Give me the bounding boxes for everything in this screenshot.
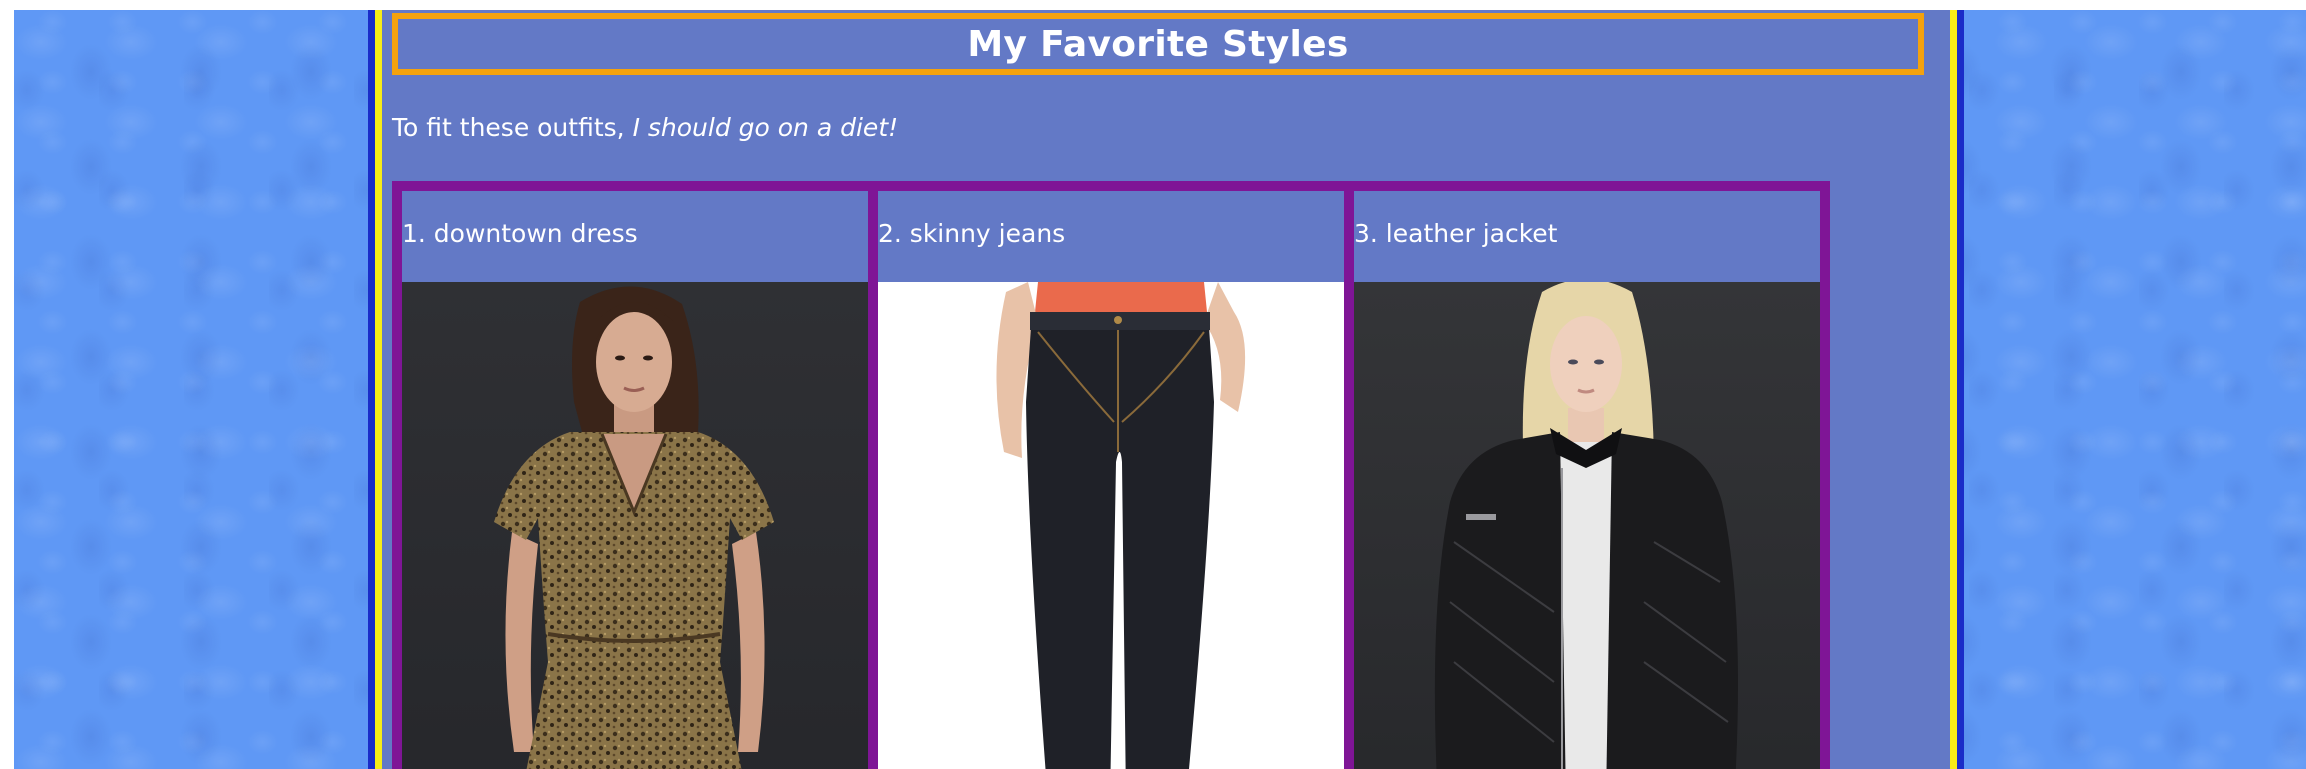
page-title: My Favorite Styles	[967, 23, 1349, 65]
dress-photo	[402, 282, 868, 769]
intro-emphasis: I should go on a diet!	[632, 113, 899, 142]
style-label: 2. skinny jeans	[878, 219, 1066, 248]
intro-paragraph: To fit these outfits, I should go on a d…	[392, 113, 898, 142]
jacket-photo-graphic	[1354, 282, 1820, 769]
style-cell-jeans: 2. skinny jeans	[868, 181, 1354, 769]
dress-photo-graphic	[402, 282, 868, 769]
jeans-photo-graphic	[878, 282, 1344, 769]
intro-text: To fit these outfits,	[392, 113, 625, 142]
yellow-frame: My Favorite Styles To fit these outfits,…	[375, 10, 1957, 769]
jacket-photo	[1354, 282, 1820, 769]
jeans-photo	[878, 282, 1344, 769]
style-label: 1. downtown dress	[402, 219, 638, 248]
styles-table: 1. downtown dress 2. skinny jeans 3. lea…	[392, 181, 1830, 769]
outer-frame: My Favorite Styles To fit these outfits,…	[368, 10, 1964, 769]
page-background: My Favorite Styles To fit these outfits,…	[14, 10, 2306, 769]
style-cell-jacket: 3. leather jacket	[1344, 181, 1830, 769]
content-panel: My Favorite Styles To fit these outfits,…	[382, 10, 1950, 769]
title-box: My Favorite Styles	[392, 13, 1924, 75]
style-label: 3. leather jacket	[1354, 219, 1558, 248]
style-cell-dress: 1. downtown dress	[392, 181, 878, 769]
